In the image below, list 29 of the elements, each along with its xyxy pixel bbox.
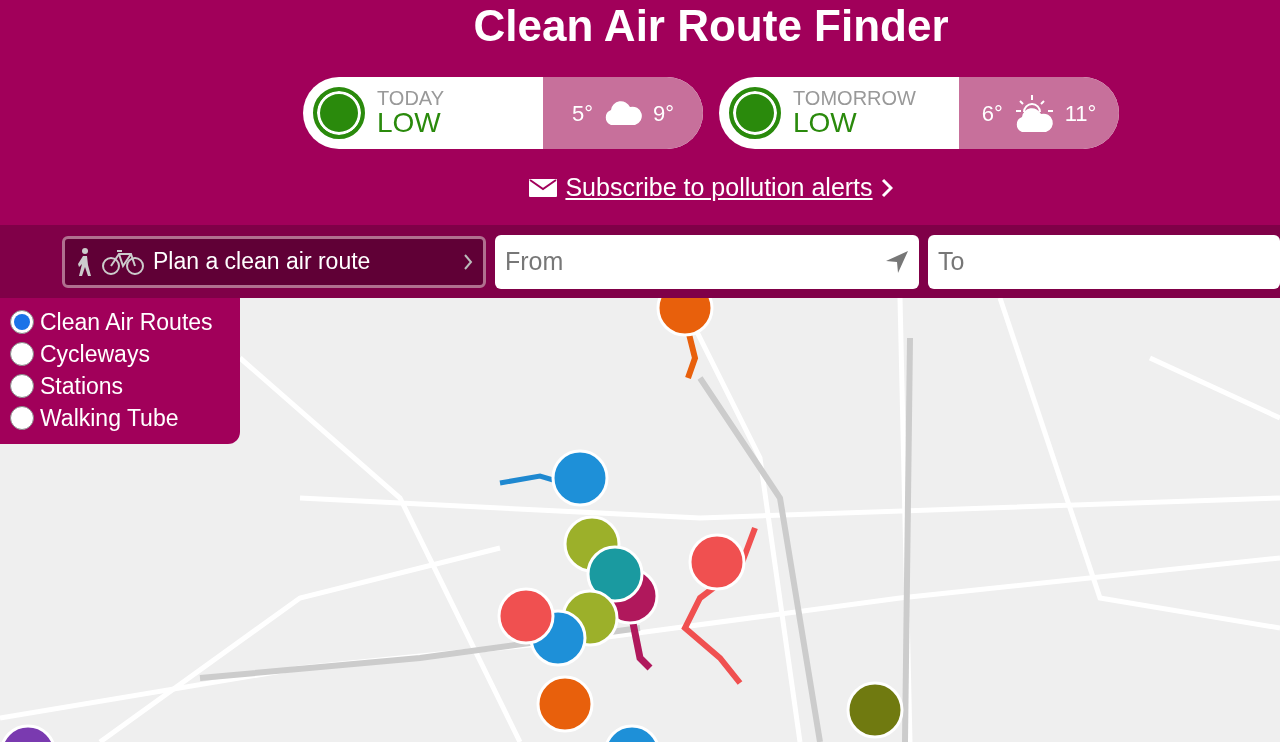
walking-person-icon [75, 246, 93, 277]
layer-option[interactable]: Cycleways [10, 338, 230, 370]
pollution-level: LOW [793, 108, 858, 138]
high-temperature: 9° [653, 99, 675, 128]
map[interactable]: Clean Air Routes Cycleways Stations Walking Tube [0, 298, 1280, 742]
radio-button[interactable] [10, 374, 34, 398]
layer-option[interactable]: Stations [10, 370, 230, 402]
low-temperature: 5° [571, 99, 593, 128]
page-title: Clean Air Route Finder [472, 0, 950, 52]
layer-option[interactable]: Walking Tube [10, 402, 230, 434]
cloud-icon [603, 101, 643, 125]
bicycle-icon [101, 247, 145, 276]
pollution-level: LOW [377, 108, 442, 138]
layer-option[interactable]: Clean Air Routes [10, 306, 230, 338]
subscribe-link[interactable]: Subscribe to pollution alerts [565, 169, 873, 207]
radio-button[interactable] [10, 310, 34, 334]
plan-route-button[interactable]: Plan a clean air route [62, 235, 486, 288]
radio-button[interactable] [10, 406, 34, 430]
from-field[interactable]: From [495, 234, 919, 289]
day-label: TOMORROW [793, 88, 916, 108]
chevron-right-icon [880, 177, 893, 198]
low-temperature: 6° [981, 99, 1003, 128]
high-temperature: 11° [1064, 99, 1097, 128]
envelope-icon [529, 178, 558, 197]
to-field[interactable]: To [928, 234, 1280, 289]
day-label: TODAY [377, 88, 445, 108]
radio-button[interactable] [10, 342, 34, 366]
chevron-right-icon [463, 252, 473, 271]
location-arrow-icon[interactable] [885, 249, 909, 274]
